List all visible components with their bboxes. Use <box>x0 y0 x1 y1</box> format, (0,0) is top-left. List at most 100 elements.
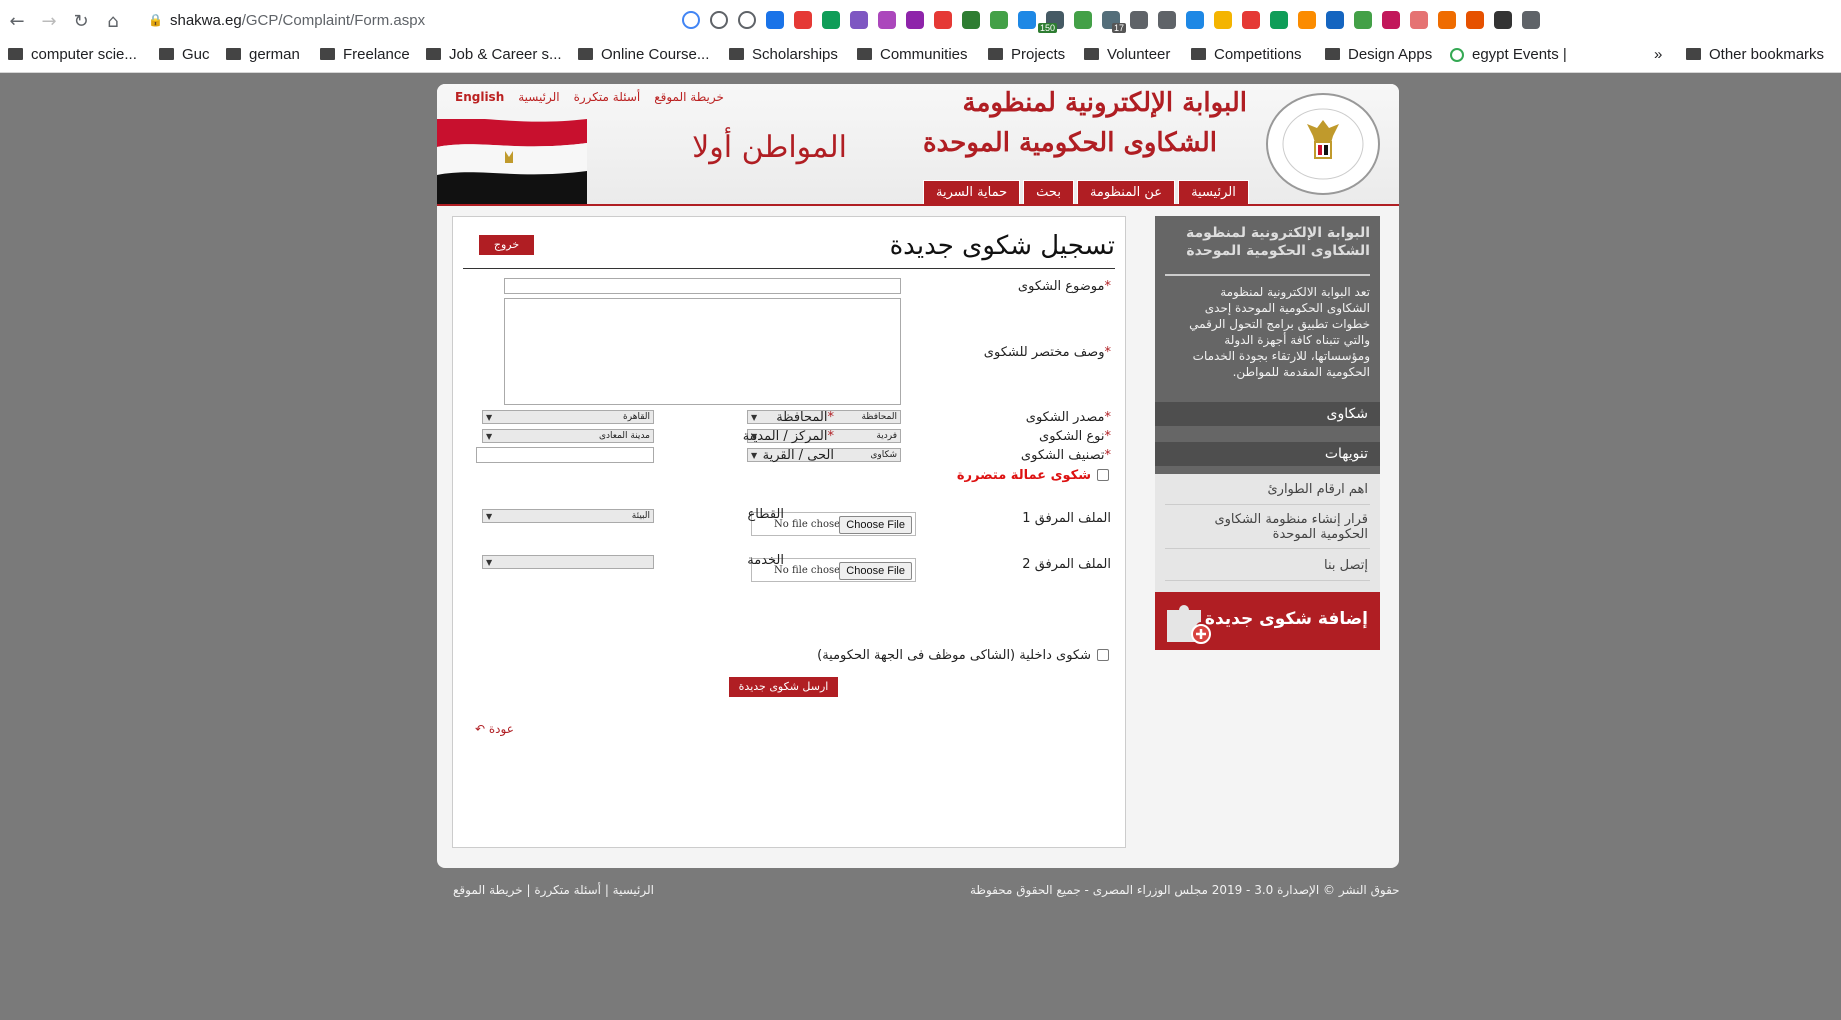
bookmark-folder[interactable]: Job & Career s... <box>426 46 562 63</box>
district-input[interactable] <box>476 447 654 463</box>
folder-icon <box>226 47 241 60</box>
url-text[interactable]: shakwa.eg/GCP/Complaint/Form.aspx <box>170 12 425 29</box>
bookmark-folder[interactable]: Guc <box>159 46 210 63</box>
ext-27-icon[interactable] <box>1494 11 1512 29</box>
service-label: الخدمة <box>747 553 784 568</box>
bookmark-folder[interactable]: Design Apps <box>1325 46 1432 63</box>
bookmark-link[interactable]: egypt Events | <box>1450 46 1567 63</box>
sidebar-link-decree[interactable]: قرار إنشاء منظومة الشكاوى الحكومية الموح… <box>1168 512 1368 542</box>
share-icon[interactable] <box>710 11 728 29</box>
ext-23-icon[interactable] <box>1382 11 1400 29</box>
nav-tab-about[interactable]: عن المنظومة <box>1076 180 1176 206</box>
site-title-line1: البوابة الإلكترونية لمنظومة <box>962 88 1247 118</box>
choose-file-button[interactable]: Choose File <box>839 516 912 534</box>
ext-9-icon[interactable] <box>990 11 1008 29</box>
star-icon[interactable] <box>738 11 756 29</box>
add-complaint-banner[interactable]: إضافة شكوى جديدة <box>1155 592 1380 650</box>
bookmarks-overflow-button[interactable]: » <box>1654 46 1662 63</box>
nav-tab-home[interactable]: الرئيسية <box>1178 180 1249 206</box>
service-select[interactable]: ▼ <box>482 555 654 569</box>
logout-button[interactable]: خروج <box>479 235 534 255</box>
folder-icon <box>729 47 744 60</box>
ext-15-icon[interactable] <box>1158 11 1176 29</box>
home-top-link[interactable]: الرئيسية <box>518 90 559 104</box>
city-select[interactable]: مدينة المعادى ▼ <box>482 429 654 443</box>
governorate-select[interactable]: القاهرة ▼ <box>482 410 654 424</box>
ext-25-icon[interactable] <box>1438 11 1456 29</box>
bookmark-folder[interactable]: computer scie... <box>8 46 137 63</box>
sector-select[interactable]: البيئة ▼ <box>482 509 654 523</box>
ext-24-icon[interactable] <box>1410 11 1428 29</box>
bookmark-label: Design Apps <box>1348 46 1433 63</box>
home-icon[interactable]: ⌂ <box>100 8 126 34</box>
nav-tab-search[interactable]: بحث <box>1023 180 1074 206</box>
sidebar: البوابة الإلكترونية لمنظومة الشكاوى الحك… <box>1155 216 1380 650</box>
chevron-down-icon: ▼ <box>751 450 758 460</box>
ext-10-icon[interactable] <box>1018 11 1036 29</box>
ext-28-icon[interactable] <box>1522 11 1540 29</box>
ext-6-icon[interactable] <box>906 11 924 29</box>
browser-chrome: ← → ↻ ⌂ 🔒 shakwa.eg/GCP/Complaint/Form.a… <box>0 0 1841 73</box>
ext-21-icon[interactable] <box>1326 11 1344 29</box>
city-label: *المركز / المدينة <box>742 429 834 444</box>
footer-links[interactable]: الرئيسية | أسئلة متكررة | خريطة الموقع <box>453 883 654 897</box>
other-bookmarks-folder[interactable]: Other bookmarks <box>1686 46 1824 63</box>
sidebar-link-emergency[interactable]: اهم ارقام الطوارئ <box>1168 482 1368 497</box>
back-link[interactable]: ↶ عودة <box>475 722 514 736</box>
ext-18-icon[interactable] <box>1242 11 1260 29</box>
bookmark-folder[interactable]: Online Course... <box>578 46 709 63</box>
ext-20-icon[interactable] <box>1298 11 1316 29</box>
subject-label: *موضوع الشكوى <box>1017 279 1111 294</box>
internal-complaint-checkbox[interactable] <box>1097 649 1109 661</box>
bookmark-folder[interactable]: Communities <box>857 46 968 63</box>
bookmark-folder[interactable]: german <box>226 46 300 63</box>
ext-4-icon[interactable] <box>850 11 868 29</box>
ext-19-icon[interactable] <box>1270 11 1288 29</box>
attachment2-label: الملف المرفق 2 <box>1022 557 1111 572</box>
ext-17-icon[interactable] <box>1214 11 1232 29</box>
bookmark-folder[interactable]: Projects <box>988 46 1065 63</box>
description-textarea[interactable] <box>504 298 901 405</box>
bookmark-folder[interactable]: Scholarships <box>729 46 838 63</box>
forward-arrow-icon[interactable]: → <box>36 8 62 34</box>
nav-tab-privacy[interactable]: حماية السرية <box>923 180 1021 206</box>
faq-top-link[interactable]: أسئلة متكررة <box>574 90 641 104</box>
ext-22-icon[interactable] <box>1354 11 1372 29</box>
ext-1-icon[interactable] <box>766 11 784 29</box>
chevron-down-icon: ▼ <box>486 431 493 441</box>
subject-input[interactable] <box>504 278 901 294</box>
back-arrow-icon[interactable]: ← <box>4 8 30 34</box>
google-icon[interactable] <box>682 11 700 29</box>
ext-26-icon[interactable] <box>1466 11 1484 29</box>
sidebar-link-divider <box>1165 548 1370 549</box>
ext-7-icon[interactable] <box>934 11 952 29</box>
ext-8-icon[interactable] <box>962 11 980 29</box>
ext-5-icon[interactable] <box>878 11 896 29</box>
sidebar-link-contact[interactable]: إتصل بنا <box>1168 558 1368 573</box>
submit-complaint-button[interactable]: ارسل شكوى جديدة <box>729 677 838 697</box>
ext-12-icon[interactable] <box>1074 11 1092 29</box>
sidebar-title: البوابة الإلكترونية لمنظومة الشكاوى الحك… <box>1186 225 1370 259</box>
reload-icon[interactable]: ↻ <box>68 8 94 34</box>
sidebar-link-divider <box>1165 580 1370 581</box>
sidebar-link-divider <box>1165 504 1370 505</box>
choose-file-button[interactable]: Choose File <box>839 562 912 580</box>
bookmark-folder[interactable]: Competitions <box>1191 46 1302 63</box>
folder-icon <box>1084 47 1099 60</box>
ext-16-icon[interactable] <box>1186 11 1204 29</box>
header-divider <box>437 204 1399 206</box>
sidebar-links: اهم ارقام الطوارئ قرار إنشاء منظومة الشك… <box>1155 474 1380 594</box>
egypt-flag-image <box>437 119 587 204</box>
bookmark-label: Scholarships <box>752 46 838 63</box>
english-link[interactable]: English <box>455 90 504 104</box>
ext-2-icon[interactable] <box>794 11 812 29</box>
ext-14-icon[interactable] <box>1130 11 1148 29</box>
bookmark-label: Competitions <box>1214 46 1302 63</box>
bookmark-folder[interactable]: Volunteer <box>1084 46 1170 63</box>
sidebar-complaints-header[interactable]: شكاوى <box>1155 402 1380 426</box>
ext-3-icon[interactable] <box>822 11 840 29</box>
bookmark-folder[interactable]: Freelance <box>320 46 410 63</box>
sitemap-top-link[interactable]: خريطة الموقع <box>654 90 724 104</box>
sidebar-description: تعد البوابة الالكترونية لمنظومة الشكاوى … <box>1189 285 1370 379</box>
labor-checkbox[interactable] <box>1097 469 1109 481</box>
